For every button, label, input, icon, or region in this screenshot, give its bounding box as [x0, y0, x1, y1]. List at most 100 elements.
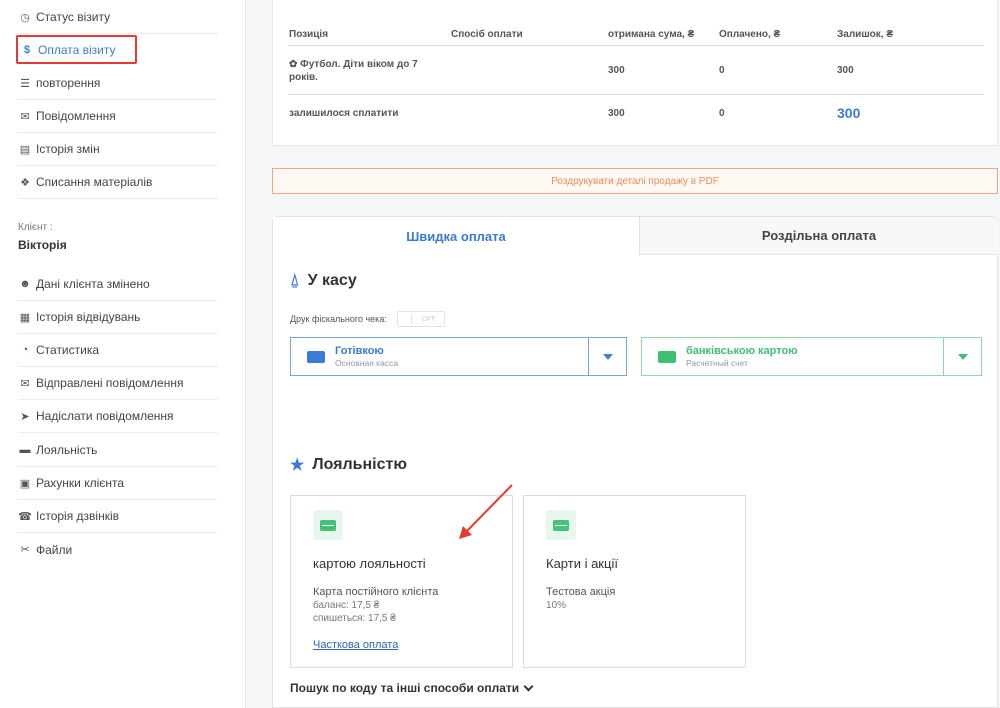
user-icon: ☻ [19, 278, 31, 290]
sidebar-item-files[interactable]: ✂ Файли [18, 533, 218, 566]
cash-dropdown-toggle[interactable] [588, 338, 626, 375]
cubes-icon: ❖ [20, 176, 30, 189]
cash-payment-sub: Основная касса [335, 358, 399, 368]
sidebar-item-label: Надіслати повідомлення [36, 409, 174, 423]
header-received: отримана сума, ₴ [608, 29, 695, 40]
card-icon [546, 510, 576, 540]
loyalty-card-balance: баланс: 17,5 ₴ [313, 600, 380, 611]
client-name: Вікторія [18, 238, 67, 252]
sidebar-item-statistics[interactable]: ◔ Статистика [18, 334, 218, 367]
caret-down-icon [957, 353, 968, 360]
row-received: 300 [608, 65, 625, 76]
chevron-down-icon [523, 681, 534, 691]
promotion-name: Тестова акція [546, 586, 616, 598]
toggle-label: OFF [421, 315, 436, 323]
sidebar-item-label: Статистика [36, 343, 100, 357]
total-paid: 0 [719, 107, 725, 119]
sidebar-item-label: Списання матеріалів [36, 175, 153, 189]
sidebar-item-sent-messages[interactable]: ✉ Відправлені повідомлення [18, 367, 218, 400]
sidebar-item-client-accounts[interactable]: ▣ Рахунки клієнта [18, 467, 218, 500]
partial-payment-link[interactable]: Часткова оплата [313, 639, 398, 651]
table-total-row: залишилося сплатити 300 0 300 [289, 96, 983, 130]
promotion-discount: 10% [546, 600, 567, 611]
card-icon [313, 510, 343, 540]
chat-icon: ✉ [20, 110, 30, 123]
card-payment-sub: Расчетный счет [686, 358, 748, 368]
sidebar-item-client-data[interactable]: ☻ Дані клієнта змінено [18, 268, 218, 301]
cashbox-title: ⍙ У касу [290, 272, 357, 290]
paperclip-icon: ✂ [20, 544, 30, 556]
sidebar-item-label: повторення [36, 76, 101, 90]
envelope-icon: ✉ [20, 377, 30, 390]
sidebar-item-label: Повідомлення [36, 109, 116, 123]
list-icon: ☰ [20, 77, 30, 90]
promotions-title: Карти і акції [546, 556, 618, 571]
sidebar-item-label: Історія відвідувань [36, 310, 141, 324]
payment-summary-panel: Позиція Спосіб оплати отримана сума, ₴ О… [272, 0, 998, 146]
total-received: 300 [608, 107, 625, 119]
bank-card-icon [658, 350, 676, 363]
clock-icon: ◷ [20, 11, 30, 24]
row-paid: 0 [719, 65, 725, 76]
sidebar-item-label: Лояльність [36, 443, 98, 457]
cash-register-icon: ⍙ [290, 272, 300, 289]
row-position: ✿ Футбол. Діти віком до 7 років. [289, 58, 418, 83]
toggle-knob [400, 314, 412, 324]
card-dropdown-toggle[interactable] [943, 338, 981, 375]
pie-chart-icon: ◔ [21, 344, 29, 356]
sidebar-item-label: Файли [36, 542, 73, 557]
loyalty-title-text: Лояльністю [312, 456, 407, 473]
sidebar-item-change-history[interactable]: ▤ Історія змін [18, 133, 218, 166]
sidebar-item-messages[interactable]: ✉ Повідомлення [18, 100, 218, 133]
send-icon: ➤ [20, 410, 30, 423]
row-method [451, 47, 591, 94]
promotions-option[interactable]: Карти і акції Тестова акція 10% [523, 495, 746, 668]
cashbox-title-text: У касу [307, 272, 357, 289]
row-balance: 300 [837, 65, 854, 76]
fiscal-label: Друк фіскального чека: [290, 314, 387, 324]
sidebar-item-loyalty[interactable]: ▬ Лояльність [18, 434, 218, 467]
sidebar-item-send-message[interactable]: ➤ Надіслати повідомлення [18, 400, 218, 433]
cash-payment-select[interactable]: Готівкою Основная касса [290, 337, 627, 376]
credit-card-icon: ▬ [19, 444, 31, 456]
sidebar-item-label: Рахунки клієнта [36, 476, 125, 490]
fiscal-toggle[interactable]: OFF [396, 311, 445, 327]
loyalty-title: ★ Лояльністю [290, 455, 407, 475]
more-payment-methods-toggle[interactable]: Пошук по коду та інші способи оплати [290, 681, 534, 695]
loyalty-card-deduct: спишеться: 17,5 ₴ [313, 613, 396, 624]
sidebar: ◷ Статус візиту $ Оплата візиту ☰ повтор… [0, 0, 246, 708]
sidebar-item-visit-status[interactable]: ◷ Статус візиту [18, 1, 218, 34]
sidebar-item-label: Історія дзвінків [36, 509, 120, 523]
sidebar-item-label: Статус візиту [36, 10, 111, 24]
briefcase-icon: ▣ [19, 477, 31, 490]
card-payment-select[interactable]: банківською картою Расчетный счет [641, 337, 982, 376]
phone-icon: ☎ [18, 510, 32, 523]
tab-split-payment[interactable]: Роздільна оплата [639, 217, 998, 255]
table-header: Позиція Спосіб оплати отримана сума, ₴ О… [289, 24, 983, 46]
sidebar-item-label: Відправлені повідомлення [36, 376, 184, 390]
sidebar-item-visit-history[interactable]: ▦ Історія відвідувань [18, 301, 218, 334]
fiscal-receipt-row: Друк фіскального чека: OFF [290, 311, 445, 327]
print-pdf-button[interactable]: Роздрукувати деталі продажу в PDF [272, 168, 998, 194]
tab-quick-payment[interactable]: Швидка оплата [273, 217, 639, 255]
loyalty-card-type: Карта постійного клієнта [313, 586, 439, 598]
header-method: Спосіб оплати [451, 29, 523, 40]
total-balance: 300 [837, 105, 861, 121]
table-row: ✿ Футбол. Діти віком до 7 років. 300 0 3… [289, 47, 983, 95]
calendar-list-icon: ▦ [19, 311, 31, 324]
more-payment-methods-label: Пошук по коду та інші способи оплати [290, 681, 520, 695]
sidebar-item-repeat[interactable]: ☰ повторення [18, 67, 218, 100]
file-icon: ▤ [19, 143, 31, 156]
header-balance: Залишок, ₴ [837, 29, 894, 40]
sidebar-item-label: Дані клієнта змінено [36, 277, 150, 291]
header-paid: Оплачено, ₴ [719, 29, 781, 40]
dollar-icon: $ [23, 43, 31, 56]
sidebar-item-materials[interactable]: ❖ Списання матеріалів [18, 166, 218, 199]
loyalty-card-option[interactable]: картою лояльності Карта постійного клієн… [290, 495, 513, 668]
sidebar-item-visit-payment[interactable]: $ Оплата візиту [16, 35, 137, 64]
sidebar-item-call-history[interactable]: ☎ Історія дзвінків [18, 500, 218, 533]
sidebar-item-label: Оплата візиту [38, 42, 116, 57]
header-position: Позиція [289, 29, 329, 40]
client-label: Клієнт : [18, 222, 53, 233]
total-label: залишилося сплатити [289, 107, 399, 119]
